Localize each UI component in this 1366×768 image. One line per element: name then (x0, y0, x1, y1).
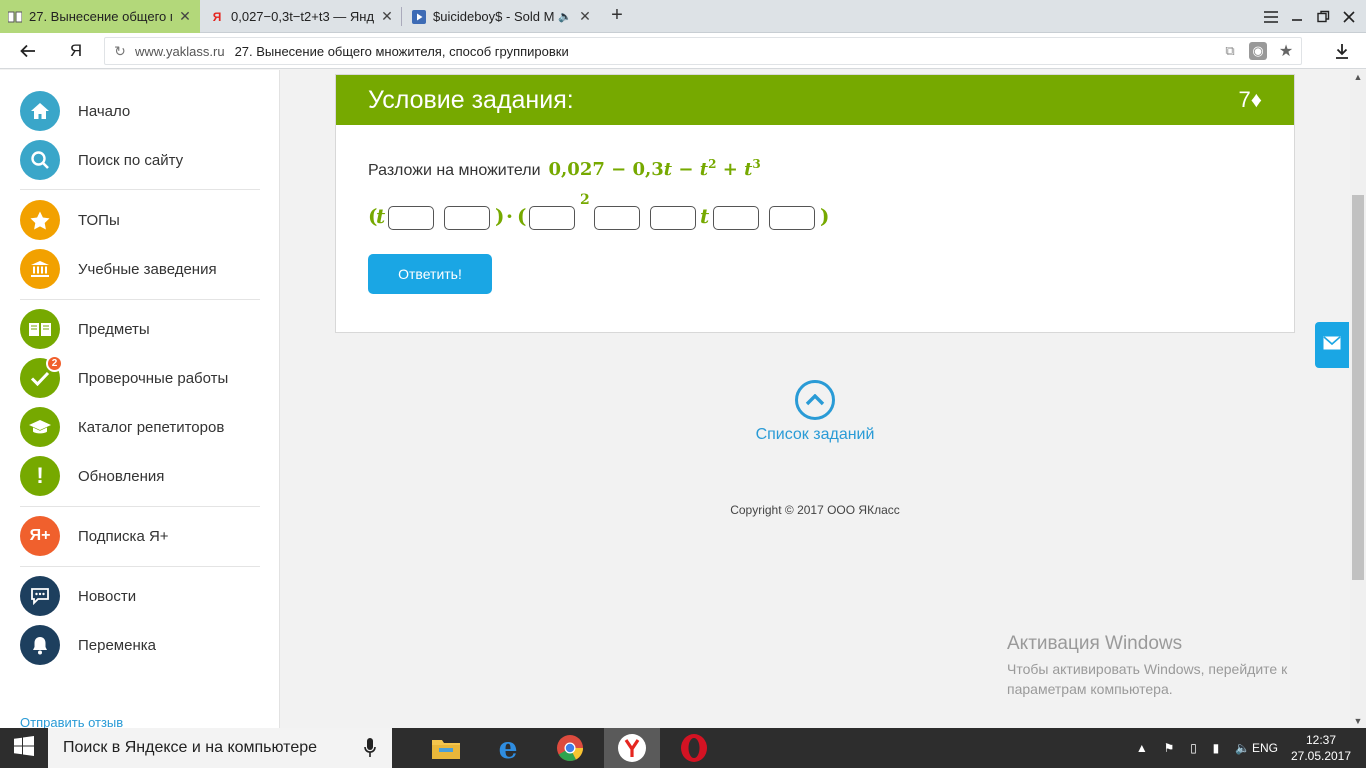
task-question: Разложи на множители 0,027 − 0,3t − t2 +… (368, 157, 761, 180)
sidebar-item-break[interactable]: Переменка (20, 625, 260, 665)
protect-icon[interactable]: ◉ (1249, 42, 1267, 60)
answer-input-5[interactable] (650, 206, 696, 230)
task-header: Условие задания: 7♦ (336, 75, 1294, 125)
system-tray: ▲ ⚑ ▯ ▮ 🔈 (1128, 728, 1258, 768)
new-tab-button[interactable]: + (606, 4, 628, 28)
page-scrollbar[interactable]: ▲ ▼ (1350, 70, 1366, 728)
yandex-browser-icon[interactable] (604, 728, 660, 768)
browser-tab-bar: 27. Вынесение общего м ✕ Я 0,027−0,3t−t2… (0, 0, 1366, 33)
tab-youtube[interactable]: $uicideboy$ - Sold My 🔈 ✕ (404, 0, 600, 33)
book-icon (20, 309, 60, 349)
sidebar-item-subjects[interactable]: Предметы (20, 309, 260, 349)
volume-icon[interactable]: 🔈 (1235, 741, 1250, 755)
bell-icon (20, 625, 60, 665)
chevron-up-icon[interactable] (795, 380, 835, 420)
scroll-down-icon[interactable]: ▼ (1353, 716, 1363, 726)
sidebar-item-home[interactable]: Начало (20, 91, 260, 131)
sidebar-item-subscription[interactable]: Я+ Подписка Я+ (20, 516, 260, 556)
translate-icon[interactable]: ⧉ (1221, 42, 1239, 60)
search-icon (20, 140, 60, 180)
ya-plus-icon: Я+ (20, 516, 60, 556)
sidebar-item-updates[interactable]: ! Обновления (20, 456, 260, 496)
task-list-link[interactable]: Список заданий (740, 380, 890, 444)
restore-icon[interactable] (1310, 0, 1336, 33)
submit-answer-button[interactable]: Ответить! (368, 254, 492, 294)
copyright: Copyright © 2017 ООО ЯКласс (730, 503, 900, 517)
youtube-play-icon (412, 9, 426, 24)
answer-input-3[interactable] (529, 206, 575, 230)
signal-icon[interactable]: ▮ (1213, 741, 1220, 755)
microphone-icon[interactable] (364, 738, 376, 758)
task-title: Условие задания: (368, 85, 574, 114)
exclamation-icon: ! (20, 456, 60, 496)
answer-template: ( t ) · ( 2 t ) (368, 192, 830, 230)
close-tab-icon[interactable]: ✕ (578, 8, 592, 25)
tab-yandex[interactable]: Я 0,027−0,3t−t2+t3 — Яндекс ✕ (202, 0, 402, 33)
back-arrow-icon[interactable] (16, 39, 40, 63)
windows-activation-watermark: Активация Windows Чтобы активировать Win… (1007, 633, 1288, 697)
start-button[interactable] (0, 728, 48, 768)
menu-icon[interactable] (1258, 0, 1284, 33)
task-points: 7♦ (1238, 87, 1262, 112)
feedback-link[interactable]: Отправить отзыв (20, 715, 123, 728)
windows-taskbar: Поиск в Яндексе и на компьютере e ▲ ⚑ ▯ … (0, 728, 1366, 768)
sidebar-item-search[interactable]: Поиск по сайту (20, 140, 260, 180)
task-formula: 0,027 − 0,3t − t2 + t3 (548, 157, 761, 180)
minimize-icon[interactable] (1284, 0, 1310, 33)
graduation-cap-icon (20, 407, 60, 447)
speaker-icon[interactable]: 🔈 (558, 10, 572, 23)
chat-icon (20, 576, 60, 616)
close-window-icon[interactable] (1336, 0, 1362, 33)
close-tab-icon[interactable]: ✕ (380, 8, 394, 25)
scroll-thumb[interactable] (1352, 195, 1364, 580)
file-explorer-icon[interactable] (418, 728, 474, 768)
yaklass-book-icon (8, 10, 22, 24)
language-indicator[interactable]: ENG (1252, 728, 1278, 768)
chrome-icon[interactable] (542, 728, 598, 768)
sidebar-item-tops[interactable]: ТОПы (20, 200, 260, 240)
yandex-icon: Я (212, 9, 222, 24)
windows-logo-icon (14, 735, 34, 761)
home-icon (20, 91, 60, 131)
star-icon (20, 200, 60, 240)
notification-badge: 2 (46, 355, 63, 372)
answer-input-7[interactable] (769, 206, 815, 230)
downloads-icon[interactable] (1330, 39, 1354, 63)
mail-icon (1323, 335, 1341, 355)
opera-icon[interactable] (666, 728, 722, 768)
navigation-bar: Я ↻ www.yaklass.ru 27. Вынесение общего … (0, 33, 1366, 69)
sidebar-item-tutors[interactable]: Каталог репетиторов (20, 407, 260, 447)
task-card: Условие задания: 7♦ Разложи на множители… (335, 74, 1295, 333)
edge-icon[interactable]: e (480, 728, 536, 768)
bookmark-star-icon[interactable]: ★ (1277, 42, 1295, 60)
answer-input-2[interactable] (444, 206, 490, 230)
scroll-up-icon[interactable]: ▲ (1353, 72, 1363, 82)
reload-icon[interactable]: ↻ (105, 43, 135, 60)
sidebar: Начало Поиск по сайту ТОПы Учебные завед… (0, 70, 280, 728)
sidebar-item-institutions[interactable]: Учебные заведения (20, 249, 260, 289)
taskbar-search[interactable]: Поиск в Яндексе и на компьютере (48, 728, 392, 768)
battery-icon[interactable]: ▯ (1190, 741, 1197, 755)
sidebar-item-news[interactable]: Новости (20, 576, 260, 616)
flag-icon[interactable]: ⚑ (1164, 741, 1175, 755)
answer-input-1[interactable] (388, 206, 434, 230)
sidebar-item-tests[interactable]: 2 Проверочные работы (20, 355, 260, 398)
answer-input-4[interactable] (594, 206, 640, 230)
tab-yaklass[interactable]: 27. Вынесение общего м ✕ (0, 0, 200, 33)
yandex-logo-icon[interactable]: Я (64, 39, 88, 63)
feedback-mail-button[interactable] (1315, 322, 1349, 368)
institution-icon (20, 249, 60, 289)
tray-chevron-up-icon[interactable]: ▲ (1136, 741, 1148, 755)
check-icon: 2 (20, 355, 63, 398)
address-bar[interactable]: ↻ www.yaklass.ru 27. Вынесение общего мн… (104, 37, 1302, 65)
close-tab-icon[interactable]: ✕ (178, 8, 192, 25)
system-clock[interactable]: 12:37 27.05.2017 (1288, 732, 1354, 764)
answer-input-6[interactable] (713, 206, 759, 230)
